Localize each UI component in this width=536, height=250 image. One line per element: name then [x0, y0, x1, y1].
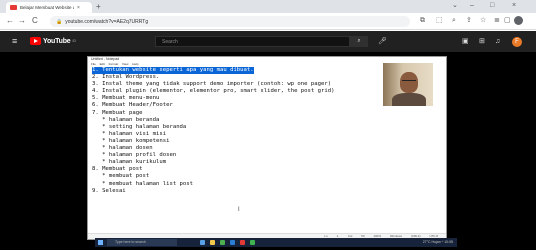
new-tab-button[interactable]: + — [96, 2, 101, 11]
browser-tab-strip: Belajar Membuat Website d... × + ⌄ – □ × — [0, 0, 536, 13]
lock-icon: 🔒 — [56, 18, 63, 25]
youtube-logo-text: YouTube — [43, 37, 71, 45]
extension-icon[interactable]: ⬚ — [436, 16, 443, 26]
reading-list-icon[interactable]: ≣ — [494, 16, 500, 26]
chrome-icon — [220, 240, 225, 245]
system-tray: 27°C Hujan ^ 10:05 — [422, 240, 453, 244]
notepad-line: * membuat halaman list post — [92, 180, 194, 187]
app-icon — [240, 240, 245, 245]
webcam-overlay — [383, 63, 433, 106]
notepad-line: 9. Selesai — [92, 187, 126, 194]
hamburger-menu-icon[interactable]: ≡ — [12, 36, 17, 46]
notepad-line: 4. Instal plugin (elementor, elementor p… — [92, 88, 335, 95]
notepad-line: 6. Membuat Header/Footer — [92, 102, 173, 109]
notepad-line: * setting halaman beranda — [92, 123, 187, 130]
notifications-bell-icon[interactable]: ♫ — [495, 37, 500, 46]
notepad-line: * halaman dosen — [92, 145, 153, 152]
search-input[interactable]: Search — [155, 36, 350, 47]
back-icon[interactable]: ← — [6, 16, 14, 26]
notepad-line: * halaman kurikulum — [92, 159, 167, 166]
presenter-glasses — [402, 80, 416, 83]
maximize-button[interactable]: □ — [490, 1, 494, 11]
notepad-line: 3. Instal theme yang tidak support demo … — [92, 81, 332, 88]
zoom-icon[interactable]: ⌕ — [452, 16, 456, 26]
reload-icon[interactable]: C — [32, 16, 38, 26]
notepad-line: * halaman visi misi — [92, 130, 167, 137]
task-view-icon — [200, 240, 205, 245]
word-icon — [230, 240, 235, 245]
notepad-text-area: 1. Tentukan website seperti apa yang mau… — [92, 67, 392, 195]
youtube-header: ≡ YouTube ID Search ⌕ 🎤︎ ▣ ⊞ ♫ F — [0, 31, 536, 52]
search-placeholder: Search — [162, 38, 178, 45]
notepad-line: * halaman kompetensi — [92, 137, 170, 144]
browser-toolbar: ← → C 🔒 youtube.com/watch?v=AE2q7URRTg ⧉… — [0, 13, 536, 30]
notepad-line: 2. Instal Wordpress. — [92, 74, 160, 81]
browser-tab[interactable]: Belajar Membuat Website d... × — [6, 2, 92, 13]
youtube-favicon-icon — [10, 5, 17, 10]
apps-grid-icon[interactable]: ⊞ — [479, 37, 485, 46]
create-video-icon[interactable]: ▣ — [462, 37, 469, 46]
notepad-line: * membuat post — [92, 173, 150, 180]
windows-start-icon — [98, 240, 103, 245]
youtube-logo[interactable]: YouTube ID — [30, 37, 76, 45]
tab-close-icon[interactable]: × — [77, 5, 80, 11]
close-window-button[interactable]: × — [512, 1, 516, 11]
presenter-body — [392, 93, 426, 106]
share-icon[interactable]: ⇪ — [466, 16, 472, 26]
tab-title: Belajar Membuat Website d... — [20, 5, 74, 10]
windows-taskbar: Type here to search 27°C Hujan ^ 10:05 — [95, 238, 457, 247]
cast-icon[interactable]: ⧉ — [420, 16, 425, 26]
taskbar-search: Type here to search — [107, 239, 177, 246]
side-panel-icon[interactable]: ▢ — [504, 16, 511, 26]
notepad-line: 8. Membuat post — [92, 166, 143, 173]
account-avatar[interactable]: F — [512, 37, 522, 47]
tab-search-icon[interactable]: ⌄ — [452, 1, 458, 11]
file-explorer-icon — [210, 240, 215, 245]
youtube-play-logo-icon — [30, 37, 41, 45]
app-icon — [250, 240, 255, 245]
notepad-line: 5. Membuat menu-menu — [92, 95, 160, 102]
profile-avatar[interactable] — [514, 16, 523, 25]
notepad-line: * halaman beranda — [92, 116, 160, 123]
search-button[interactable]: ⌕ — [350, 36, 368, 47]
notepad-line: 7. Membuat page — [92, 109, 143, 116]
minimize-button[interactable]: – — [470, 1, 474, 11]
url-text: youtube.com/watch?v=AE2q7URRTg — [65, 18, 149, 25]
notepad-line: * halaman profil dosen — [92, 152, 177, 159]
address-bar[interactable]: 🔒 youtube.com/watch?v=AE2q7URRTg — [50, 16, 410, 27]
text-cursor-icon: I — [238, 207, 240, 213]
youtube-region-label: ID — [72, 39, 77, 43]
forward-icon[interactable]: → — [18, 16, 26, 26]
microphone-icon[interactable]: 🎤︎ — [378, 36, 387, 47]
bookmark-star-icon[interactable]: ☆ — [480, 16, 486, 26]
notepad-line: 1. Tentukan website seperti apa yang mau… — [92, 67, 254, 75]
